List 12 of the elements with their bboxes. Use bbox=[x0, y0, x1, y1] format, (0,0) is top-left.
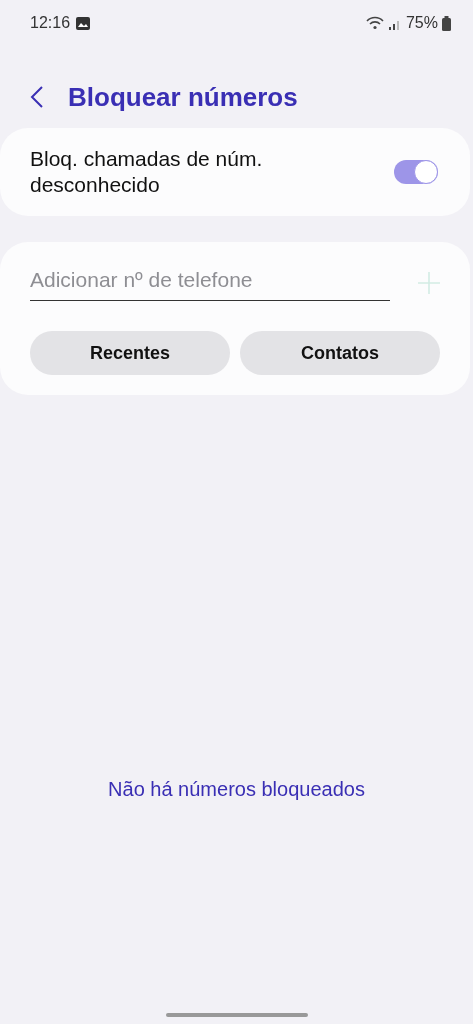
battery-icon bbox=[442, 15, 451, 31]
phone-number-field[interactable]: Adicionar nº de telefone bbox=[30, 264, 390, 301]
pick-button[interactable]: Contatos bbox=[240, 331, 440, 375]
toggle-switch[interactable] bbox=[394, 160, 438, 184]
pick-button[interactable]: Recentes bbox=[30, 331, 230, 375]
clock: 12:16 bbox=[30, 14, 71, 32]
page-title: Bloquear números bbox=[68, 81, 298, 113]
battery-level: 75% bbox=[405, 14, 438, 32]
wifi-icon bbox=[365, 16, 384, 30]
image-icon bbox=[76, 16, 91, 30]
setting-label: Bloq. chamadas de núm. desconhecido bbox=[30, 146, 264, 198]
empty-message: Não há números bloqueados bbox=[108, 778, 365, 801]
